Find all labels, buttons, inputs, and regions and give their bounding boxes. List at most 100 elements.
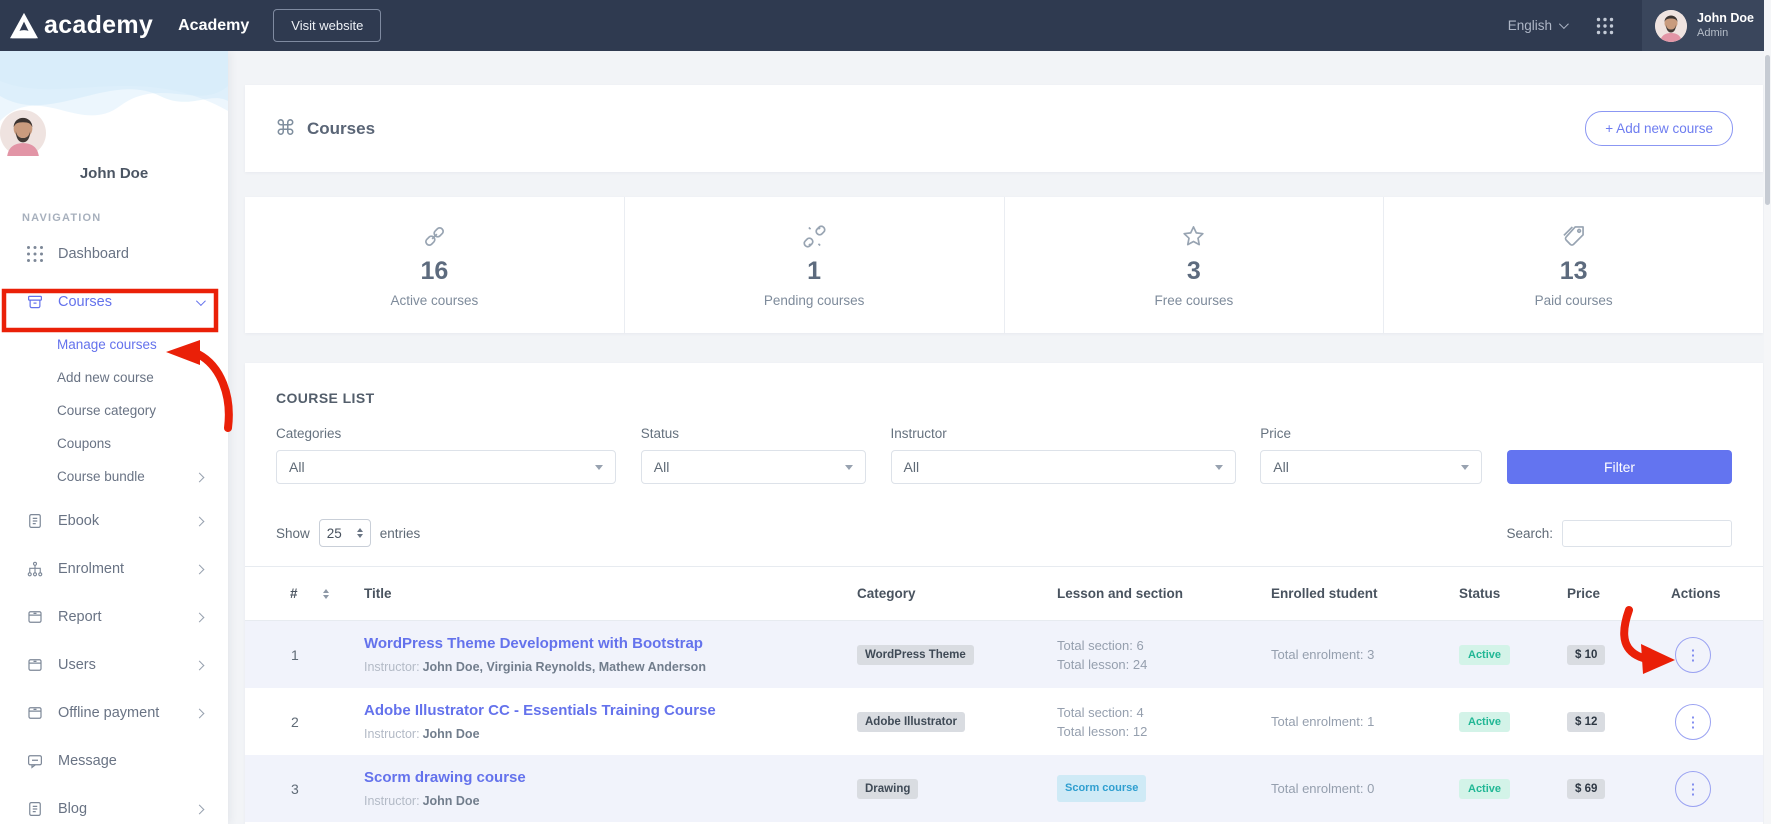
- app-name: Academy: [178, 17, 249, 35]
- language-selector[interactable]: English: [1508, 18, 1566, 33]
- sidebar-item-courses[interactable]: Courses: [0, 278, 228, 326]
- sidebar-item-course-category[interactable]: Course category: [0, 394, 228, 427]
- language-label: English: [1508, 18, 1552, 33]
- price-badge: $ 10: [1567, 645, 1605, 665]
- box-icon: [26, 704, 44, 722]
- page-title-wrap: ⌘ Courses: [275, 116, 375, 141]
- course-title-link[interactable]: WordPress Theme Development with Bootstr…: [364, 635, 703, 652]
- sidebar-item-course-bundle[interactable]: Course bundle: [0, 460, 228, 493]
- broken-link-icon: [801, 223, 828, 250]
- filter-status: Status All: [641, 426, 866, 484]
- stat-paid-courses: 13 Paid courses: [1384, 197, 1763, 333]
- instructor-line: Instructor:John Doe: [364, 794, 837, 808]
- stat-value: 16: [420, 257, 448, 286]
- selected-value: All: [1273, 459, 1289, 475]
- entries-row: Show 25 entries Search:: [276, 519, 1732, 547]
- page-size-select[interactable]: 25: [319, 519, 371, 547]
- instructor-line: Instructor:John Doe, Virginia Reynolds, …: [364, 660, 837, 674]
- sidebar-item-label: Ebook: [58, 513, 99, 529]
- apps-grid-icon[interactable]: [1596, 17, 1614, 35]
- add-new-course-button[interactable]: + Add new course: [1585, 111, 1733, 146]
- sidebar-item-label: Report: [58, 609, 102, 625]
- filter-button[interactable]: Filter: [1507, 450, 1732, 484]
- sidebar-item-ebook[interactable]: Ebook: [0, 497, 228, 545]
- status-cell: Active: [1459, 712, 1567, 732]
- sidebar-item-users[interactable]: Users: [0, 641, 228, 689]
- sidebar-item-label: Dashboard: [58, 246, 129, 262]
- lesson-section-cell: Total section: 6 Total lesson: 24: [1057, 636, 1271, 674]
- sidebar-item-add-new-course[interactable]: Add new course: [0, 361, 228, 394]
- course-title-cell: WordPress Theme Development with Bootstr…: [364, 623, 857, 686]
- header-title: Title: [364, 586, 857, 601]
- stat-pending-courses: 1 Pending courses: [625, 197, 1005, 333]
- sidebar-item-label: Course category: [57, 403, 156, 418]
- search-input[interactable]: [1562, 520, 1732, 547]
- box-icon: [26, 656, 44, 674]
- sidebar-nav: Dashboard Courses Manage courses Add new…: [0, 230, 228, 824]
- user-meta: John Doe Admin: [1697, 10, 1754, 41]
- archive-icon: [26, 293, 44, 311]
- course-title-cell: Scorm drawing course Instructor:John Doe: [364, 757, 857, 820]
- scorm-course-badge: Scorm course: [1057, 775, 1146, 802]
- scrollbar-thumb[interactable]: [1765, 55, 1770, 205]
- dropdown-caret-icon: [1215, 465, 1223, 470]
- page-scrollbar[interactable]: [1764, 0, 1771, 824]
- row-actions-button[interactable]: ⋮: [1675, 637, 1711, 673]
- price-select[interactable]: All: [1260, 450, 1482, 484]
- selected-value: All: [654, 459, 670, 475]
- sidebar-item-manage-courses[interactable]: Manage courses: [0, 328, 228, 361]
- stat-value: 1: [807, 257, 821, 286]
- sidebar-item-coupons[interactable]: Coupons: [0, 427, 228, 460]
- course-title-cell: Adobe Illustrator CC - Essentials Traini…: [364, 690, 857, 753]
- file-icon: [26, 800, 44, 818]
- course-title-link[interactable]: Scorm drawing course: [364, 769, 526, 786]
- user-menu[interactable]: John Doe Admin: [1642, 0, 1764, 51]
- stat-label: Pending courses: [764, 293, 865, 308]
- instructor-names: John Doe: [423, 727, 480, 741]
- sort-icon[interactable]: [323, 589, 329, 599]
- stat-label: Active courses: [390, 293, 478, 308]
- course-title-link[interactable]: Adobe Illustrator CC - Essentials Traini…: [364, 702, 716, 719]
- filter-price: Price All: [1260, 426, 1482, 484]
- sidebar-item-message[interactable]: Message: [0, 737, 228, 785]
- tags-icon: [1560, 223, 1587, 250]
- spinner-icon: [357, 528, 363, 538]
- row-actions-button[interactable]: ⋮: [1675, 704, 1711, 740]
- dropdown-caret-icon: [595, 465, 603, 470]
- visit-website-button[interactable]: Visit website: [273, 9, 381, 42]
- user-role: Admin: [1697, 26, 1754, 40]
- academy-logo[interactable]: academy: [9, 11, 153, 40]
- categories-select[interactable]: All: [276, 450, 616, 484]
- sidebar-item-dashboard[interactable]: Dashboard: [0, 230, 228, 278]
- enrolled-cell: Total enrolment: 3: [1271, 647, 1459, 662]
- table-row: 3 Scorm drawing course Instructor:John D…: [245, 755, 1763, 822]
- status-badge: Active: [1459, 712, 1510, 732]
- total-section: Total section: 6: [1057, 636, 1271, 655]
- total-lesson: Total lesson: 24: [1057, 655, 1271, 674]
- sidebar-item-label: Course bundle: [57, 469, 145, 484]
- sidebar-item-enrolment[interactable]: Enrolment: [0, 545, 228, 593]
- instructor-names: John Doe: [423, 794, 480, 808]
- status-cell: Active: [1459, 645, 1567, 665]
- instructor-select[interactable]: All: [891, 450, 1236, 484]
- actions-cell: ⋮: [1671, 704, 1763, 740]
- chevron-right-icon: [196, 705, 203, 721]
- price-cell: $ 10: [1567, 645, 1671, 665]
- header-actions: Actions: [1671, 586, 1763, 601]
- header-number: #: [245, 586, 364, 601]
- sidebar-profile: John Doe: [0, 51, 228, 182]
- status-select[interactable]: All: [641, 450, 866, 484]
- avatar: [0, 110, 228, 156]
- category-cell: Drawing: [857, 779, 1057, 799]
- header-price: Price: [1567, 586, 1671, 601]
- sidebar-item-offline-payment[interactable]: Offline payment: [0, 689, 228, 737]
- row-number: 2: [245, 714, 364, 730]
- academy-logo-icon: [9, 12, 39, 40]
- chevron-down-icon: [1559, 19, 1569, 29]
- dropdown-caret-icon: [845, 465, 853, 470]
- sidebar-item-blog[interactable]: Blog: [0, 785, 228, 824]
- sidebar-item-report[interactable]: Report: [0, 593, 228, 641]
- row-actions-button[interactable]: ⋮: [1675, 771, 1711, 807]
- stat-free-courses: 3 Free courses: [1005, 197, 1385, 333]
- price-badge: $ 69: [1567, 779, 1605, 799]
